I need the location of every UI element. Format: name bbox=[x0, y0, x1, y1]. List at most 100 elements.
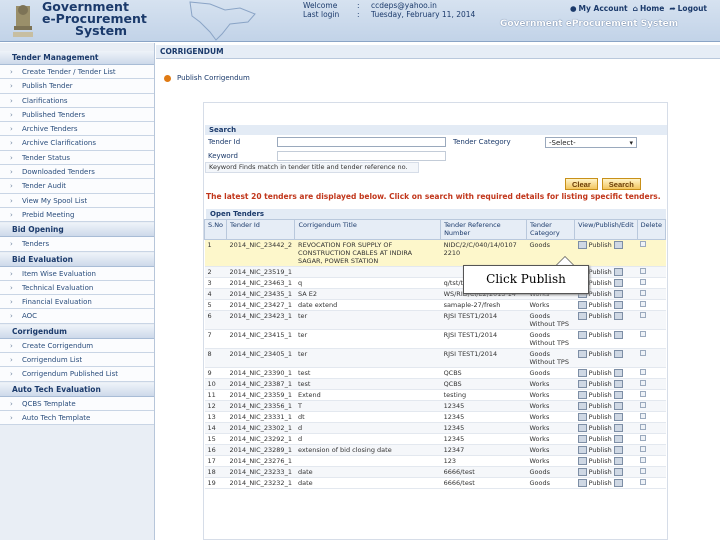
delete-checkbox[interactable] bbox=[640, 413, 647, 419]
edit-icon[interactable] bbox=[613, 457, 623, 465]
delete-checkbox[interactable] bbox=[640, 350, 647, 356]
view-icon[interactable] bbox=[577, 435, 587, 443]
edit-icon[interactable] bbox=[613, 279, 623, 287]
edit-icon[interactable] bbox=[613, 301, 623, 309]
publish-link[interactable]: Publish bbox=[589, 457, 612, 465]
view-icon[interactable] bbox=[577, 369, 587, 377]
sidebar-item[interactable]: Tenders bbox=[0, 237, 154, 252]
view-icon[interactable] bbox=[577, 413, 587, 421]
edit-icon[interactable] bbox=[613, 424, 623, 432]
delete-checkbox[interactable] bbox=[640, 391, 647, 397]
publish-link[interactable]: Publish bbox=[589, 435, 612, 443]
view-icon[interactable] bbox=[577, 312, 587, 320]
edit-icon[interactable] bbox=[613, 468, 623, 476]
publish-link[interactable]: Publish bbox=[589, 241, 612, 249]
tender-category-select[interactable]: -Select- ▾ bbox=[545, 136, 637, 148]
publish-link[interactable]: Publish bbox=[589, 479, 612, 487]
delete-checkbox[interactable] bbox=[640, 279, 647, 285]
edit-icon[interactable] bbox=[613, 402, 623, 410]
delete-checkbox[interactable] bbox=[640, 369, 647, 375]
view-icon[interactable] bbox=[577, 479, 587, 487]
publish-link[interactable]: Publish bbox=[589, 424, 612, 432]
keyword-input[interactable] bbox=[277, 150, 446, 161]
publish-link[interactable]: Publish bbox=[589, 446, 612, 454]
home-link[interactable]: ⌂ Home bbox=[633, 4, 665, 13]
sidebar-item[interactable]: Tender Status bbox=[0, 150, 154, 166]
publish-link[interactable]: Publish bbox=[589, 312, 612, 320]
publish-link[interactable]: Publish bbox=[589, 380, 612, 388]
edit-icon[interactable] bbox=[613, 241, 623, 249]
delete-checkbox[interactable] bbox=[640, 301, 647, 307]
view-icon[interactable] bbox=[577, 380, 587, 388]
view-icon[interactable] bbox=[577, 331, 587, 339]
publish-link[interactable]: Publish bbox=[589, 268, 612, 276]
sidebar-item[interactable]: Tender Audit bbox=[0, 179, 154, 194]
delete-checkbox[interactable] bbox=[640, 457, 647, 463]
clear-button[interactable]: Clear bbox=[565, 178, 598, 190]
sidebar-item[interactable]: Prebid Meeting bbox=[0, 207, 154, 223]
sidebar-item[interactable]: Auto Tech Template bbox=[0, 410, 154, 426]
delete-checkbox[interactable] bbox=[640, 435, 647, 441]
view-icon[interactable] bbox=[577, 301, 587, 309]
sidebar-item[interactable]: Technical Evaluation bbox=[0, 280, 154, 296]
sidebar-item[interactable]: Item Wise Evaluation bbox=[0, 266, 154, 281]
sidebar-item[interactable]: Financial Evaluation bbox=[0, 295, 154, 310]
sidebar-item[interactable]: Corrigendum Published List bbox=[0, 367, 154, 382]
sidebar-item[interactable]: AOC bbox=[0, 309, 154, 324]
edit-icon[interactable] bbox=[613, 369, 623, 377]
publish-link[interactable]: Publish bbox=[589, 290, 612, 298]
sidebar-item[interactable]: Downloaded Tenders bbox=[0, 165, 154, 180]
sidebar-item[interactable]: Clarifications bbox=[0, 93, 154, 108]
view-icon[interactable] bbox=[577, 446, 587, 454]
delete-checkbox[interactable] bbox=[640, 479, 647, 485]
view-icon[interactable] bbox=[577, 350, 587, 358]
publish-link[interactable]: Publish bbox=[589, 369, 612, 377]
delete-checkbox[interactable] bbox=[640, 380, 647, 386]
sidebar-item[interactable]: Archive Clarifications bbox=[0, 136, 154, 151]
edit-icon[interactable] bbox=[613, 290, 623, 298]
sidebar-item[interactable]: View My Spool List bbox=[0, 193, 154, 208]
delete-checkbox[interactable] bbox=[640, 268, 647, 274]
edit-icon[interactable] bbox=[613, 350, 623, 358]
publish-link[interactable]: Publish bbox=[589, 331, 612, 339]
search-button[interactable]: Search bbox=[601, 178, 641, 190]
delete-checkbox[interactable] bbox=[640, 402, 647, 408]
sidebar-item[interactable]: Archive Tenders bbox=[0, 122, 154, 137]
publish-link[interactable]: Publish bbox=[589, 391, 612, 399]
edit-icon[interactable] bbox=[613, 479, 623, 487]
edit-icon[interactable] bbox=[613, 380, 623, 388]
my-account-link[interactable]: ● My Account bbox=[570, 4, 628, 13]
edit-icon[interactable] bbox=[613, 413, 623, 421]
delete-checkbox[interactable] bbox=[640, 468, 647, 474]
view-icon[interactable] bbox=[577, 402, 587, 410]
publish-link[interactable]: Publish bbox=[589, 468, 612, 476]
logout-link[interactable]: ➦ Logout bbox=[669, 4, 707, 13]
publish-link[interactable]: Publish bbox=[589, 402, 612, 410]
view-icon[interactable] bbox=[577, 241, 587, 249]
view-icon[interactable] bbox=[577, 457, 587, 465]
delete-checkbox[interactable] bbox=[640, 290, 647, 296]
edit-icon[interactable] bbox=[613, 446, 623, 454]
delete-checkbox[interactable] bbox=[640, 241, 647, 247]
sidebar-item[interactable]: Published Tenders bbox=[0, 107, 154, 123]
tender-id-input[interactable] bbox=[277, 137, 446, 147]
sidebar-item[interactable]: Create Tender / Tender List bbox=[0, 65, 154, 80]
view-icon[interactable] bbox=[577, 468, 587, 476]
view-icon[interactable] bbox=[577, 424, 587, 432]
delete-checkbox[interactable] bbox=[640, 446, 647, 452]
delete-checkbox[interactable] bbox=[640, 331, 647, 337]
delete-checkbox[interactable] bbox=[640, 424, 647, 430]
edit-icon[interactable] bbox=[613, 312, 623, 320]
publish-link[interactable]: Publish bbox=[589, 350, 612, 358]
edit-icon[interactable] bbox=[613, 268, 623, 276]
publish-link[interactable]: Publish bbox=[589, 301, 612, 309]
sidebar-item[interactable]: Corrigendum List bbox=[0, 353, 154, 368]
sidebar-item[interactable]: Create Corrigendum bbox=[0, 338, 154, 354]
view-icon[interactable] bbox=[577, 391, 587, 399]
publish-link[interactable]: Publish bbox=[589, 413, 612, 421]
edit-icon[interactable] bbox=[613, 331, 623, 339]
publish-link[interactable]: Publish bbox=[589, 279, 612, 287]
sidebar-item[interactable]: QCBS Template bbox=[0, 396, 154, 411]
edit-icon[interactable] bbox=[613, 435, 623, 443]
delete-checkbox[interactable] bbox=[640, 312, 647, 318]
